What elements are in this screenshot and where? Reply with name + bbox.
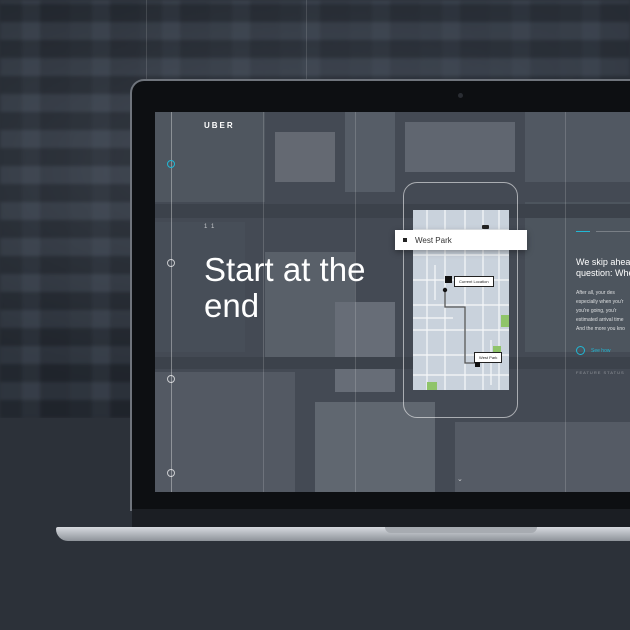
destination-search-value: West Park bbox=[415, 235, 452, 245]
see-how-link[interactable]: See how bbox=[576, 346, 610, 355]
battery-icon bbox=[482, 225, 489, 229]
laptop-base bbox=[56, 527, 630, 541]
uber-logo[interactable]: UBER bbox=[204, 121, 235, 130]
destination-search-card[interactable]: West Park bbox=[395, 230, 527, 250]
destination-pin-icon bbox=[475, 362, 480, 367]
panel-title: We skip ahead question: Whe bbox=[576, 257, 630, 278]
section-counter: 1 1 bbox=[204, 224, 216, 230]
camera-icon bbox=[458, 93, 463, 98]
panel-footer: FEATURE STATUS bbox=[576, 370, 625, 375]
current-location-label: Current Location bbox=[454, 276, 494, 287]
chevron-down-icon[interactable]: ⌄ bbox=[457, 475, 463, 483]
rail-dot-3[interactable] bbox=[167, 375, 175, 383]
destination-dot-icon bbox=[403, 238, 407, 242]
laptop-hinge bbox=[132, 509, 630, 527]
rail-dot-1[interactable] bbox=[167, 160, 175, 168]
laptop-base-notch bbox=[385, 527, 537, 533]
page-headline: Start at the end bbox=[204, 251, 366, 324]
grid-line bbox=[565, 112, 566, 492]
play-circle-icon bbox=[576, 346, 585, 355]
divider-line bbox=[596, 231, 630, 232]
panel-body: After all, your des especially when you'… bbox=[576, 290, 625, 332]
progress-rail bbox=[171, 112, 172, 492]
accent-line bbox=[576, 231, 590, 232]
rail-dot-4[interactable] bbox=[167, 469, 175, 477]
laptop-screen: UBER 1 1 Start at the end We skip ahead … bbox=[155, 112, 630, 492]
rail-dot-2[interactable] bbox=[167, 259, 175, 267]
current-location-pin-icon bbox=[445, 276, 452, 283]
